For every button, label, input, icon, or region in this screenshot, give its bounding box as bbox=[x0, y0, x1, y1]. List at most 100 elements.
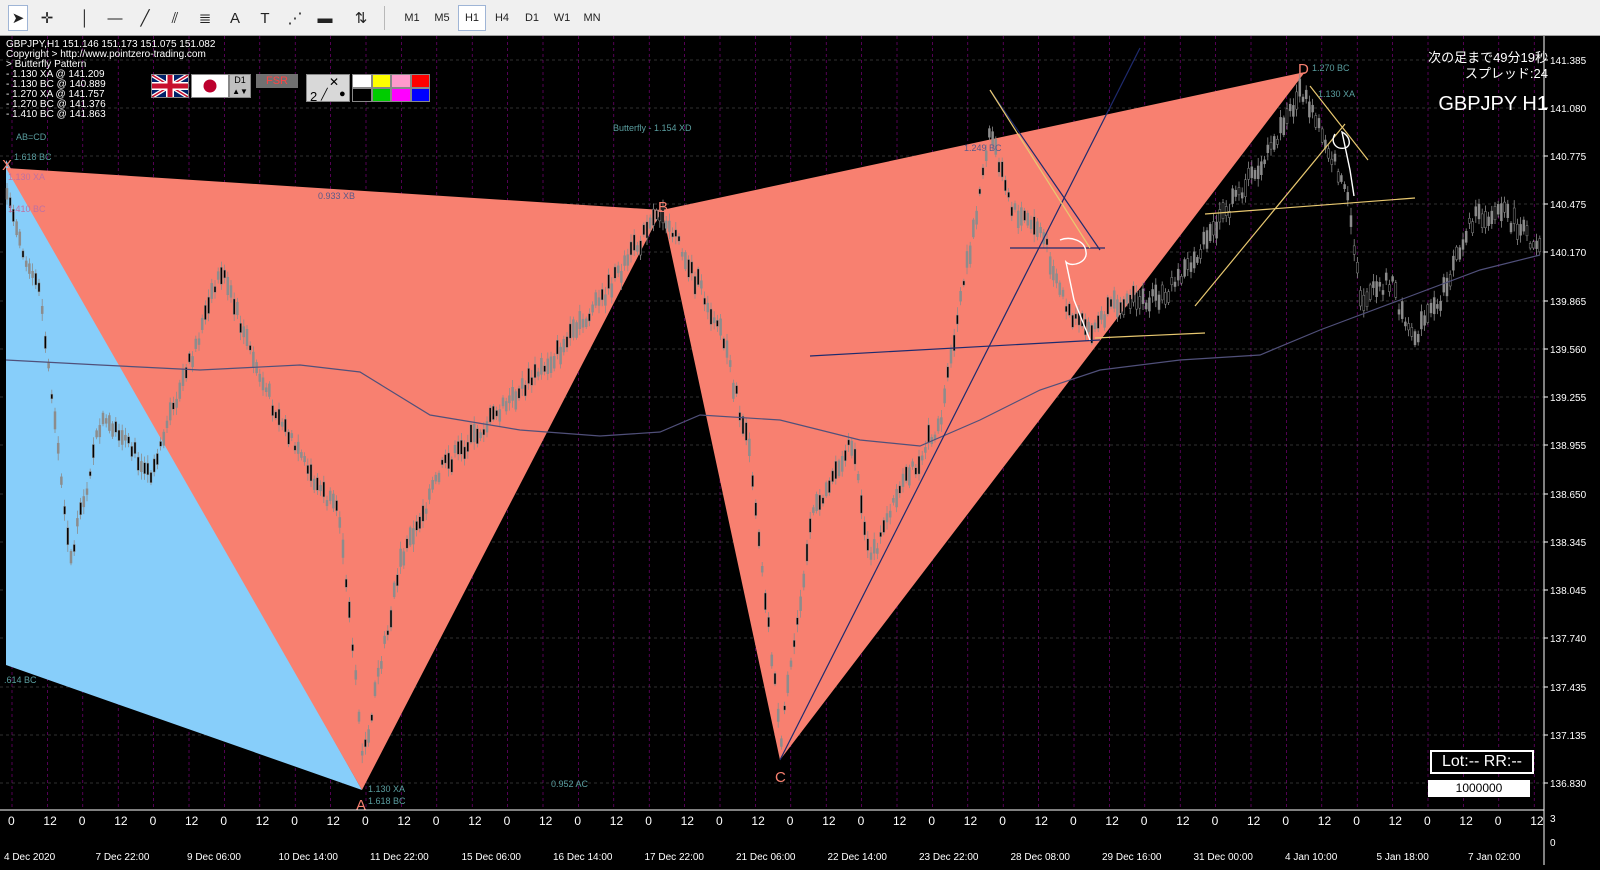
timeframe-m1-button[interactable]: M1 bbox=[398, 5, 426, 31]
lot-size-input[interactable]: 1000000 bbox=[1428, 780, 1530, 797]
candle-body bbox=[101, 412, 105, 425]
svg-text:0.933 XB: 0.933 XB bbox=[318, 191, 355, 201]
drawing-tools-panel[interactable]: 2 ✕ ╱ ● bbox=[306, 74, 350, 104]
timeframe-toggle-button[interactable]: D1 ▲▼ bbox=[229, 74, 251, 98]
candle-body bbox=[1448, 274, 1452, 287]
palette-swatch[interactable] bbox=[391, 88, 411, 102]
candle-body bbox=[383, 635, 386, 644]
timeframe-h1-button[interactable]: H1 bbox=[458, 5, 486, 31]
timeframe-h4-button[interactable]: H4 bbox=[488, 5, 516, 31]
date-tick-label: 21 Dec 06:00 bbox=[736, 852, 796, 863]
point-d-label: D bbox=[1298, 61, 1309, 78]
candle-body bbox=[1333, 153, 1337, 162]
trendline-tool-button[interactable]: ╱ bbox=[134, 5, 156, 31]
candle-body bbox=[1528, 243, 1532, 249]
channel-tool-button[interactable]: ⫽ bbox=[164, 5, 186, 31]
delete-icon[interactable]: ✕ bbox=[329, 75, 339, 89]
hour-tick-label: 0 bbox=[433, 814, 440, 828]
palette-swatch[interactable] bbox=[410, 74, 430, 88]
candle-body bbox=[773, 673, 777, 685]
candle-body bbox=[706, 302, 710, 313]
palette-swatch[interactable] bbox=[352, 88, 372, 102]
palette-swatch[interactable] bbox=[410, 88, 430, 102]
candle-body bbox=[613, 266, 617, 279]
hour-tick-label: 12 bbox=[1105, 814, 1119, 828]
rectangle-tool-button[interactable]: ▬ bbox=[314, 5, 336, 31]
text-tool-button[interactable]: A bbox=[224, 5, 246, 31]
timeframe-d1-button[interactable]: D1 bbox=[518, 5, 546, 31]
japan-flag-icon[interactable] bbox=[191, 74, 229, 98]
candle-body bbox=[242, 326, 246, 338]
palette-swatch[interactable] bbox=[371, 88, 391, 102]
timeframe-mn-button[interactable]: MN bbox=[578, 5, 606, 31]
candle-body bbox=[1269, 142, 1273, 150]
cursor-tool-button[interactable]: ➤ bbox=[8, 5, 28, 31]
candle-body bbox=[434, 474, 438, 482]
candle-body bbox=[44, 335, 47, 349]
price-chart[interactable]: X A B C D AB=CD 1.618 BC 1.130 XA 1.410 … bbox=[0, 36, 1600, 865]
candle-body bbox=[1538, 238, 1542, 253]
candle-body bbox=[328, 490, 332, 501]
candle-body bbox=[69, 551, 73, 564]
candle-body bbox=[802, 573, 806, 588]
candle-body bbox=[677, 235, 681, 242]
timeframe-m5-button[interactable]: M5 bbox=[428, 5, 456, 31]
crosshair-tool-button[interactable]: ✛ bbox=[36, 5, 58, 31]
date-tick-label: 23 Dec 22:00 bbox=[919, 852, 979, 863]
candle-body bbox=[1512, 207, 1516, 224]
dot-icon[interactable]: ● bbox=[339, 88, 346, 100]
hour-tick-label: 12 bbox=[822, 814, 836, 828]
candle-body bbox=[1160, 284, 1164, 301]
candle-body bbox=[213, 286, 217, 293]
candle-body bbox=[1292, 105, 1295, 117]
candle-body bbox=[172, 402, 175, 410]
line-style-icon[interactable]: ╱ bbox=[321, 88, 328, 101]
arrows-tool-button[interactable]: ⇅ bbox=[344, 5, 378, 31]
candle-body bbox=[450, 459, 454, 473]
candle-body bbox=[844, 450, 847, 462]
horizontal-line-tool-button[interactable]: — bbox=[104, 5, 126, 31]
candle-body bbox=[735, 385, 738, 395]
line-width-value[interactable]: 2 bbox=[310, 89, 317, 104]
palette-swatch[interactable] bbox=[371, 74, 391, 88]
fibonacci-fan-tool-button[interactable]: ⋰ bbox=[284, 5, 306, 31]
candle-body bbox=[412, 528, 415, 545]
candle-body bbox=[197, 338, 201, 345]
candle-body bbox=[1352, 245, 1356, 255]
candle-body bbox=[130, 446, 134, 457]
uk-flag-icon[interactable] bbox=[150, 73, 190, 99]
candle-body bbox=[463, 446, 466, 460]
candle-body bbox=[204, 305, 207, 320]
candle-body bbox=[1279, 117, 1282, 134]
candle-body bbox=[565, 336, 569, 348]
candle-body bbox=[181, 368, 185, 386]
candle-body bbox=[1436, 304, 1439, 309]
timeframe-w1-button[interactable]: W1 bbox=[548, 5, 576, 31]
candle-body bbox=[175, 398, 178, 408]
candle-body bbox=[1503, 201, 1506, 213]
candle-body bbox=[1106, 296, 1110, 315]
candle-body bbox=[63, 506, 66, 515]
candle-body bbox=[1496, 204, 1500, 215]
candle-body bbox=[1314, 115, 1318, 128]
candle-body bbox=[1093, 322, 1097, 330]
vertical-line-tool-button[interactable]: │ bbox=[74, 5, 96, 31]
candle-body bbox=[1282, 117, 1286, 136]
hour-tick-label: 0 bbox=[1212, 814, 1219, 828]
candle-body bbox=[1186, 258, 1190, 270]
price-tick-label: 140.775 bbox=[1550, 152, 1587, 163]
candle-body bbox=[188, 353, 191, 363]
candle-body bbox=[277, 408, 281, 426]
candle-body bbox=[562, 339, 566, 353]
fibonacci-tool-button[interactable]: ≣ bbox=[194, 5, 216, 31]
palette-swatch[interactable] bbox=[352, 74, 372, 88]
hour-tick-label: 0 bbox=[8, 814, 15, 828]
candle-body bbox=[588, 313, 591, 322]
candle-body bbox=[1234, 189, 1238, 197]
candle-body bbox=[120, 430, 124, 445]
text-label-tool-button[interactable]: T bbox=[254, 5, 276, 31]
fsr-button[interactable]: FSR bbox=[256, 74, 298, 88]
palette-swatch[interactable] bbox=[391, 74, 411, 88]
candle-body bbox=[1052, 266, 1055, 281]
candle-body bbox=[700, 280, 703, 289]
